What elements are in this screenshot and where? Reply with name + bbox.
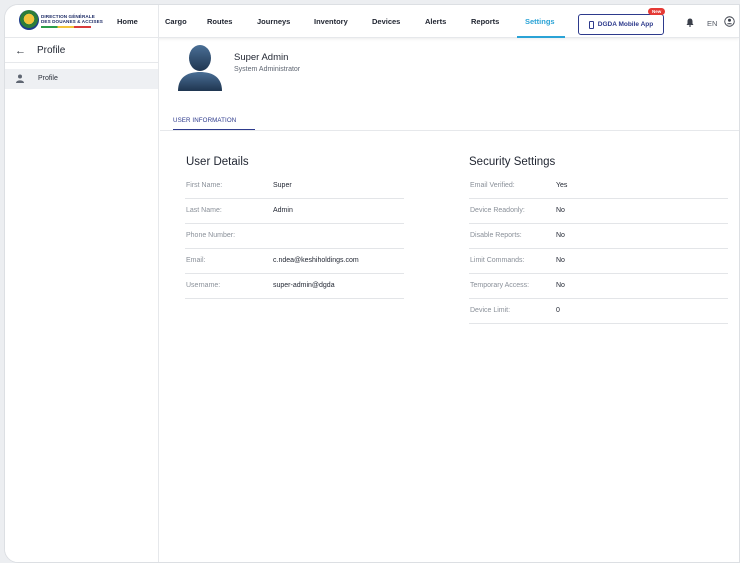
security-label: Temporary Access: (470, 282, 530, 289)
new-badge: New (648, 8, 666, 15)
security-value: No (556, 257, 565, 264)
person-icon (16, 74, 24, 83)
security-value: No (556, 207, 565, 214)
security-value: 0 (556, 307, 560, 314)
detail-value: Super (273, 182, 292, 189)
nav-alerts[interactable]: Alerts (425, 17, 446, 26)
detail-row-last-name: Last Name: Admin (185, 199, 404, 224)
profile-role: System Administrator (234, 66, 301, 73)
nav-home[interactable]: Home (117, 17, 138, 26)
security-settings-title: Security Settings (469, 156, 556, 168)
dgda-emblem-icon (19, 10, 39, 30)
security-label: Email Verified: (470, 182, 515, 189)
detail-label: Last Name: (186, 207, 222, 214)
main-content: Super Admin System Administrator USER IN… (160, 38, 739, 562)
back-arrow-icon[interactable]: ← (15, 45, 26, 57)
security-row-temporary-access: Temporary Access: No (469, 274, 728, 299)
nav-cargo[interactable]: Cargo (165, 17, 187, 26)
detail-row-phone-number: Phone Number: (185, 224, 404, 249)
avatar (178, 45, 222, 91)
sidebar-item-label: Profile (38, 75, 58, 82)
sidebar-header: ← Profile (5, 38, 158, 63)
top-navigation-bar: DIRECTION GÉNÉRALE DES DOUANES & ACCISES… (5, 5, 739, 38)
detail-value: c.ndea@keshiholdings.com (273, 257, 359, 264)
nav-settings[interactable]: Settings (525, 17, 555, 26)
detail-label: Phone Number: (186, 232, 236, 239)
security-label: Disable Reports: (470, 232, 522, 239)
detail-value: Admin (273, 207, 293, 214)
tab-user-information[interactable]: USER INFORMATION (173, 117, 236, 124)
detail-value: super-admin@dgda (273, 282, 335, 289)
profile-name: Super Admin (234, 52, 289, 63)
detail-row-email: Email: c.ndea@keshiholdings.com (185, 249, 404, 274)
dgda-mobile-app-button[interactable]: DGDA Mobile App (578, 14, 664, 35)
security-row-device-limit: Device Limit: 0 (469, 299, 728, 324)
language-selector[interactable]: EN (707, 19, 717, 28)
mobile-app-label: DGDA Mobile App (597, 21, 654, 28)
security-label: Device Readonly: (470, 207, 525, 214)
user-details-title: User Details (186, 156, 249, 168)
detail-row-first-name: First Name: Super (185, 174, 404, 199)
nav-inventory[interactable]: Inventory (314, 17, 348, 26)
security-value: No (556, 282, 565, 289)
security-label: Limit Commands: (470, 257, 525, 264)
logo-line-2: DES DOUANES & ACCISES (41, 19, 103, 24)
security-row-device-readonly: Device Readonly: No (469, 199, 728, 224)
sidebar: ← Profile Profile (5, 38, 159, 562)
security-row-limit-commands: Limit Commands: No (469, 249, 728, 274)
security-label: Device Limit: (470, 307, 511, 314)
sidebar-title: Profile (37, 45, 66, 56)
account-circle-icon[interactable] (724, 16, 735, 27)
detail-label: Username: (186, 282, 221, 289)
tabs-divider (160, 130, 739, 131)
security-value: No (556, 232, 565, 239)
security-row-email-verified: Email Verified: Yes (469, 174, 728, 199)
nav-divider (158, 5, 159, 38)
nav-journeys[interactable]: Journeys (257, 17, 290, 26)
nav-routes[interactable]: Routes (207, 17, 232, 26)
security-value: Yes (556, 182, 568, 189)
detail-label: First Name: (186, 182, 223, 189)
bell-icon[interactable] (686, 18, 694, 27)
nav-devices[interactable]: Devices (372, 17, 400, 26)
detail-label: Email: (186, 257, 206, 264)
nav-reports[interactable]: Reports (471, 17, 499, 26)
security-row-disable-reports: Disable Reports: No (469, 224, 728, 249)
app-window: DIRECTION GÉNÉRALE DES DOUANES & ACCISES… (4, 4, 740, 563)
detail-row-username: Username: super-admin@dgda (185, 274, 404, 299)
logo-flag-stripe (41, 26, 91, 28)
mobile-phone-icon (588, 20, 594, 29)
sidebar-item-profile[interactable]: Profile (5, 69, 158, 89)
dgda-logo[interactable]: DIRECTION GÉNÉRALE DES DOUANES & ACCISES (19, 10, 103, 32)
